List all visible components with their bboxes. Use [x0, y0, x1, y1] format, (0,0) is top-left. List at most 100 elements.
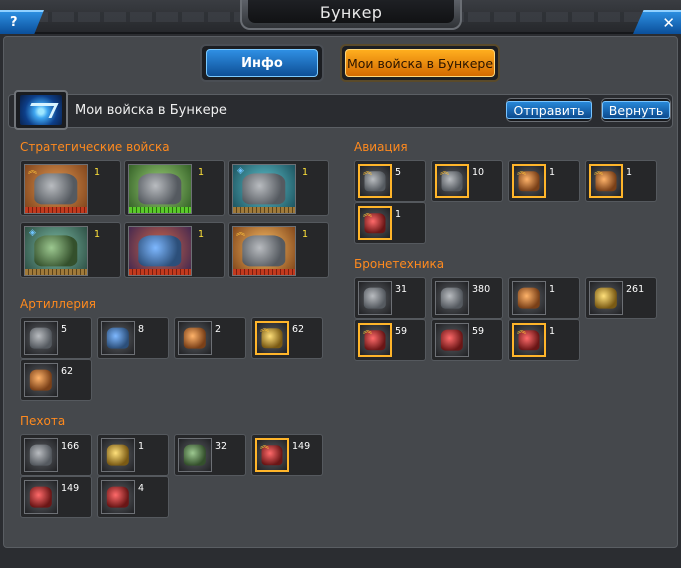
- rank-chevron-icon: ︽: [362, 326, 372, 336]
- unit-quantity: 1: [198, 229, 205, 240]
- soldier-grey-icon: [24, 438, 58, 472]
- unit-card[interactable]: ︽ 1: [585, 160, 657, 202]
- unit-card[interactable]: 32: [174, 434, 246, 476]
- unit-card[interactable]: 261: [585, 277, 657, 319]
- unit-quantity: 261: [626, 284, 645, 295]
- aircraft-grey-icon: ︽: [358, 164, 392, 198]
- aircraft-dark-icon: ︽: [435, 164, 469, 198]
- unit-card[interactable]: 4: [97, 476, 169, 518]
- unit-quantity: 59: [472, 326, 485, 337]
- unit-card[interactable]: 5: [20, 317, 92, 359]
- unit-card[interactable]: 1: [124, 160, 225, 216]
- unit-quantity: 32: [215, 441, 228, 452]
- soldier-red-icon: [24, 480, 58, 514]
- window-title-plate: Бункер: [240, 0, 462, 30]
- unit-card[interactable]: ︽ 1: [20, 160, 121, 216]
- send-button[interactable]: Отправить: [506, 98, 592, 122]
- unit-card[interactable]: ◈ 1: [228, 160, 329, 216]
- unit-quantity: 1: [198, 167, 205, 178]
- unit-card[interactable]: 380: [431, 277, 503, 319]
- unit-card[interactable]: 62: [20, 359, 92, 401]
- artillery-grey-icon: [24, 321, 58, 355]
- unit-card[interactable]: 2: [174, 317, 246, 359]
- unit-quantity: 1: [549, 167, 556, 178]
- unit-quantity: 149: [61, 483, 80, 494]
- artillery-blue-icon: [101, 321, 135, 355]
- rank-shield-icon: ◈: [237, 166, 244, 176]
- unit-card[interactable]: ︽ 1: [228, 222, 329, 278]
- tank-fortress-icon: ◈: [24, 226, 88, 276]
- rank-chevron-icon: ︽: [235, 228, 245, 238]
- tab-my-troops[interactable]: Мои войска в Бункере: [340, 44, 500, 82]
- tab-my-troops-label: Мои войска в Бункере: [345, 49, 495, 77]
- unit-card[interactable]: 59: [431, 319, 503, 361]
- rank-chevron-icon: ︽: [516, 167, 526, 177]
- send-button-label: Отправить: [506, 101, 592, 119]
- unit-card[interactable]: ︽ 10: [431, 160, 503, 202]
- unit-quantity: 1: [549, 284, 556, 295]
- section-title-artillery: Артиллерия: [20, 297, 96, 311]
- rank-chevron-icon: ︽: [27, 166, 37, 176]
- rank-chevron-icon: ︽: [593, 167, 603, 177]
- rank-chevron-icon: ︽: [439, 167, 449, 177]
- unit-card[interactable]: 1: [508, 277, 580, 319]
- rank-chevron-icon: ︽: [259, 324, 269, 334]
- tab-info[interactable]: Инфо: [200, 44, 324, 82]
- section-title-strategic: Стратегические войска: [20, 140, 170, 154]
- unit-quantity: 1: [138, 441, 145, 452]
- vehicle-gold-icon: [589, 281, 623, 315]
- unit-quantity: 1: [549, 326, 556, 337]
- unit-quantity: 2: [215, 324, 222, 335]
- unit-quantity: 166: [61, 441, 80, 452]
- battle-robot-icon: ︽: [232, 226, 296, 276]
- unit-quantity: 4: [138, 483, 145, 494]
- artillery-gold-icon: ︽: [255, 321, 289, 355]
- vehicle-dark-icon: [435, 281, 469, 315]
- header-title: Мои войска в Бункере: [75, 103, 227, 118]
- aircraft-bronze-icon: ︽: [589, 164, 623, 198]
- unit-quantity: 10: [472, 167, 485, 178]
- heavy-mech-icon: ◈: [232, 164, 296, 214]
- unit-card[interactable]: ︽ 149: [251, 434, 323, 476]
- walker-red-gold-icon: ︽: [512, 323, 546, 357]
- rank-chevron-icon: ︽: [362, 167, 372, 177]
- unit-card[interactable]: 1: [97, 434, 169, 476]
- rank-chevron-icon: ︽: [362, 209, 372, 219]
- unit-quantity: 5: [61, 324, 68, 335]
- rank-chevron-icon: ︽: [516, 326, 526, 336]
- vehicle-grey-icon: [358, 281, 392, 315]
- aircraft-red-icon: ︽: [358, 206, 392, 240]
- bunker-emblem-icon: [14, 90, 68, 130]
- unit-quantity: 5: [395, 167, 402, 178]
- unit-card[interactable]: ︽ 1: [508, 319, 580, 361]
- walker-mech-icon: ︽: [24, 164, 88, 214]
- unit-card[interactable]: ︽ 1: [508, 160, 580, 202]
- unit-quantity: 62: [61, 366, 74, 377]
- unit-card[interactable]: ︽ 62: [251, 317, 323, 359]
- unit-card[interactable]: ︽ 59: [354, 319, 426, 361]
- unit-card[interactable]: ︽ 5: [354, 160, 426, 202]
- unit-card[interactable]: ︽ 1: [354, 202, 426, 244]
- section-title-infantry: Пехота: [20, 414, 66, 428]
- unit-card[interactable]: ◈ 1: [20, 222, 121, 278]
- unit-quantity: 31: [395, 284, 408, 295]
- battleship-icon: [128, 164, 192, 214]
- unit-quantity: 1: [94, 229, 101, 240]
- unit-card[interactable]: 31: [354, 277, 426, 319]
- artillery-orange-icon: [178, 321, 212, 355]
- unit-quantity: 1: [302, 167, 309, 178]
- help-icon: ?: [10, 15, 18, 30]
- rank-chevron-icon: ︽: [259, 441, 269, 451]
- unit-card[interactable]: 1: [124, 222, 225, 278]
- unit-quantity: 149: [292, 441, 311, 452]
- vehicle-orange-icon: [512, 281, 546, 315]
- unit-card[interactable]: 166: [20, 434, 92, 476]
- section-title-aviation: Авиация: [354, 140, 408, 154]
- unit-card[interactable]: 8: [97, 317, 169, 359]
- return-button[interactable]: Вернуть: [601, 98, 671, 122]
- unit-card[interactable]: 149: [20, 476, 92, 518]
- unit-quantity: 1: [395, 209, 402, 220]
- artillery-bronze-icon: [24, 363, 58, 397]
- soldier-green-icon: [178, 438, 212, 472]
- tab-info-label: Инфо: [206, 49, 318, 77]
